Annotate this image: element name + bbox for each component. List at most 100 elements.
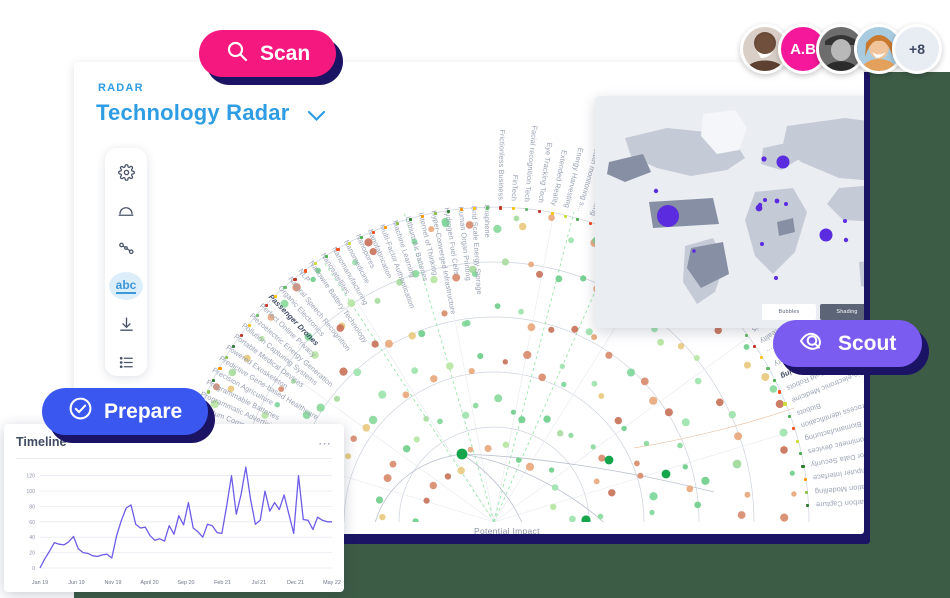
- radar-data-point[interactable]: [423, 416, 429, 422]
- radar-data-point[interactable]: [634, 461, 640, 467]
- radar-data-point[interactable]: [694, 502, 701, 509]
- radar-data-point[interactable]: [494, 394, 502, 402]
- radar-data-point[interactable]: [345, 453, 351, 459]
- radar-data-point[interactable]: [591, 334, 597, 340]
- ellipsis-icon[interactable]: ⋯: [318, 436, 332, 452]
- radar-toolbar[interactable]: abc: [105, 148, 147, 376]
- radar-data-point[interactable]: [379, 514, 385, 520]
- radar-data-point[interactable]: [275, 402, 280, 407]
- radar-data-point[interactable]: [414, 436, 420, 442]
- radar-data-point[interactable]: [701, 477, 709, 485]
- radar-data-point[interactable]: [446, 362, 454, 370]
- radar-data-point[interactable]: [649, 492, 657, 500]
- radar-data-point[interactable]: [738, 511, 746, 519]
- radar-data-point[interactable]: [519, 223, 526, 230]
- radar-data-point[interactable]: [548, 214, 555, 221]
- radar-data-point[interactable]: [549, 467, 554, 472]
- radar-data-point[interactable]: [543, 415, 550, 422]
- list-icon[interactable]: [109, 348, 143, 376]
- radar-data-point[interactable]: [413, 518, 419, 524]
- radar-data-point[interactable]: [686, 485, 693, 492]
- radar-data-point[interactable]: [615, 417, 622, 424]
- radar-data-point[interactable]: [528, 262, 534, 268]
- radar-highlight-point[interactable]: [457, 449, 468, 460]
- scan-button[interactable]: Scan: [199, 30, 336, 77]
- radar-data-point[interactable]: [678, 343, 684, 349]
- radar-data-point[interactable]: [477, 353, 483, 359]
- radar-highlight-point[interactable]: [605, 456, 614, 465]
- radar-data-point[interactable]: [334, 396, 340, 402]
- radar-data-point[interactable]: [464, 320, 470, 326]
- radar-data-point[interactable]: [473, 403, 479, 409]
- radar-data-point[interactable]: [550, 504, 556, 510]
- radar-data-point[interactable]: [430, 482, 437, 489]
- radar-data-point[interactable]: [644, 441, 650, 447]
- timeline-chart[interactable]: 020406080100120 Jan 19Jun 19Nov 19April …: [4, 460, 344, 592]
- radar-data-point[interactable]: [353, 368, 361, 376]
- radar-data-point[interactable]: [734, 432, 742, 440]
- radar-data-point[interactable]: [430, 375, 437, 382]
- arc-chart-icon[interactable]: [109, 196, 143, 224]
- abc-labels-icon[interactable]: abc: [109, 272, 143, 300]
- radar-data-point[interactable]: [503, 442, 509, 448]
- radar-data-point[interactable]: [376, 496, 383, 503]
- radar-data-point[interactable]: [462, 412, 469, 419]
- scout-button[interactable]: Scout: [773, 320, 922, 367]
- radar-data-point[interactable]: [351, 436, 357, 442]
- radar-data-point[interactable]: [503, 359, 508, 364]
- radar-data-point[interactable]: [411, 367, 418, 374]
- radar-data-point[interactable]: [552, 484, 559, 491]
- radar-data-point[interactable]: [665, 408, 673, 416]
- radar-data-point[interactable]: [571, 326, 578, 333]
- radar-data-point[interactable]: [657, 339, 664, 346]
- world-map-card[interactable]: Bubbles Shading Pie Charts: [595, 96, 864, 328]
- radar-data-point[interactable]: [502, 258, 509, 265]
- radar-data-point[interactable]: [683, 464, 688, 469]
- radar-data-point[interactable]: [514, 216, 520, 222]
- radar-data-point[interactable]: [523, 351, 531, 359]
- radar-data-point[interactable]: [511, 410, 516, 415]
- radar-data-point[interactable]: [536, 271, 543, 278]
- radar-data-point[interactable]: [780, 446, 788, 454]
- map-btn-bubbles[interactable]: Bubbles: [762, 304, 816, 320]
- radar-data-point[interactable]: [586, 328, 593, 335]
- radar-data-point[interactable]: [424, 498, 430, 504]
- map-mode-buttons[interactable]: Bubbles Shading Pie Charts: [762, 304, 864, 320]
- radar-data-point[interactable]: [403, 445, 410, 452]
- radar-data-point[interactable]: [605, 352, 612, 359]
- radar-data-point[interactable]: [729, 411, 736, 418]
- radar-data-point[interactable]: [598, 393, 604, 399]
- radar-data-point[interactable]: [716, 399, 724, 407]
- radar-data-point[interactable]: [744, 362, 751, 369]
- radar-data-point[interactable]: [791, 491, 796, 496]
- radar-data-point[interactable]: [430, 276, 437, 283]
- radar-data-point[interactable]: [694, 355, 700, 361]
- radar-data-point[interactable]: [385, 340, 393, 348]
- radar-data-point[interactable]: [580, 275, 586, 281]
- radar-data-point[interactable]: [516, 457, 522, 463]
- radar-data-point[interactable]: [557, 430, 563, 436]
- radar-data-point[interactable]: [441, 310, 447, 316]
- radar-data-point[interactable]: [390, 461, 397, 468]
- radar-data-point[interactable]: [641, 378, 649, 386]
- radar-data-point[interactable]: [790, 471, 795, 476]
- radar-data-point[interactable]: [561, 382, 566, 387]
- radar-data-point[interactable]: [485, 445, 492, 452]
- radar-data-point[interactable]: [770, 385, 778, 393]
- radar-data-point[interactable]: [568, 433, 573, 438]
- radar-data-point[interactable]: [568, 237, 574, 243]
- radar-data-point[interactable]: [569, 516, 576, 523]
- radar-data-point[interactable]: [468, 447, 474, 453]
- radar-highlight-point[interactable]: [581, 515, 590, 524]
- avatar-overflow[interactable]: +8: [892, 24, 942, 74]
- radar-data-point[interactable]: [745, 492, 751, 498]
- radar-data-point[interactable]: [594, 479, 600, 485]
- radar-data-point[interactable]: [682, 418, 690, 426]
- radar-data-point[interactable]: [548, 327, 554, 333]
- radar-data-point[interactable]: [363, 424, 371, 432]
- radar-data-point[interactable]: [598, 514, 604, 520]
- radar-data-point[interactable]: [348, 299, 356, 307]
- radar-data-point[interactable]: [469, 368, 475, 374]
- radar-data-point[interactable]: [649, 510, 654, 515]
- map-btn-shading[interactable]: Shading: [820, 304, 864, 320]
